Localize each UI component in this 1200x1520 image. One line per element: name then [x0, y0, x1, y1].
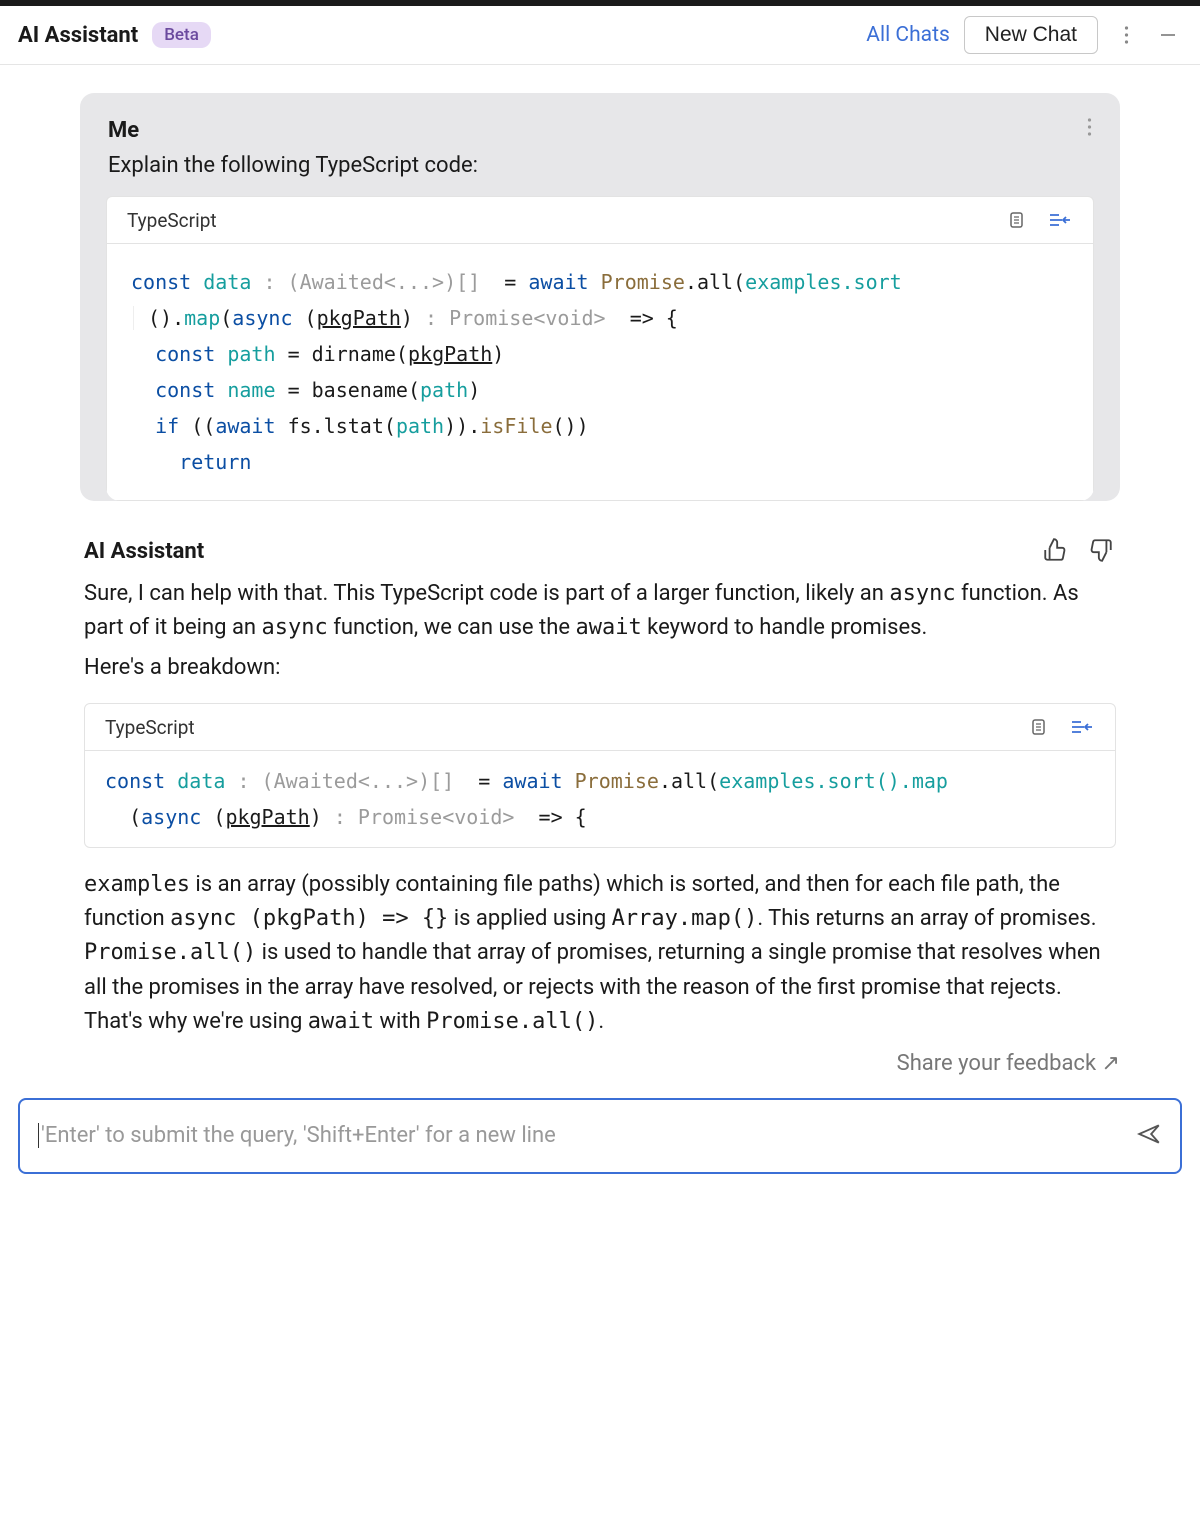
- code-language-label: TypeScript: [105, 716, 195, 739]
- new-chat-button[interactable]: New Chat: [964, 16, 1098, 54]
- chat-input-bar[interactable]: 'Enter' to submit the query, 'Shift+Ente…: [18, 1098, 1182, 1174]
- assistant-message: AI Assistant Sure, I can help with that.…: [80, 537, 1120, 1039]
- user-question-text: Explain the following TypeScript code:: [108, 153, 1092, 178]
- header-bar: AI Assistant Beta All Chats New Chat: [0, 6, 1200, 65]
- message-options-icon[interactable]: [1087, 117, 1092, 143]
- user-label: Me: [108, 118, 139, 143]
- share-feedback-link[interactable]: Share your feedback ↗: [0, 1039, 1200, 1092]
- minimize-icon[interactable]: [1154, 21, 1182, 49]
- insert-code-icon[interactable]: [1069, 714, 1095, 740]
- thumbs-up-icon[interactable]: [1042, 537, 1070, 565]
- assistant-breakdown-label: Here's a breakdown:: [84, 651, 1116, 685]
- user-code-body[interactable]: const data : (Awaited<...>)[] = await Pr…: [107, 244, 1093, 500]
- all-chats-link[interactable]: All Chats: [866, 23, 950, 47]
- conversation-area: Me Explain the following TypeScript code…: [0, 65, 1200, 1039]
- more-options-icon[interactable]: [1112, 21, 1140, 49]
- thumbs-down-icon[interactable]: [1088, 537, 1116, 565]
- user-code-block: TypeScript const data : (Awaited<...>)[]…: [106, 196, 1094, 501]
- insert-code-icon[interactable]: [1047, 207, 1073, 233]
- send-icon[interactable]: [1136, 1121, 1162, 1151]
- assistant-intro-text: Sure, I can help with that. This TypeScr…: [84, 577, 1116, 645]
- assistant-code-block: TypeScript const data : (Awaited<...>)[]…: [84, 703, 1116, 848]
- copy-code-icon[interactable]: [1025, 714, 1051, 740]
- assistant-label: AI Assistant: [84, 539, 204, 564]
- code-language-label: TypeScript: [127, 209, 217, 232]
- assistant-explanation-text: examples is an array (possibly containin…: [84, 868, 1116, 1038]
- user-message-bubble: Me Explain the following TypeScript code…: [80, 93, 1120, 501]
- assistant-code-body[interactable]: const data : (Awaited<...>)[] = await Pr…: [85, 751, 1115, 847]
- beta-badge: Beta: [152, 22, 211, 48]
- copy-code-icon[interactable]: [1003, 207, 1029, 233]
- chat-input-field[interactable]: 'Enter' to submit the query, 'Shift+Ente…: [38, 1123, 1136, 1148]
- app-title: AI Assistant: [18, 23, 138, 48]
